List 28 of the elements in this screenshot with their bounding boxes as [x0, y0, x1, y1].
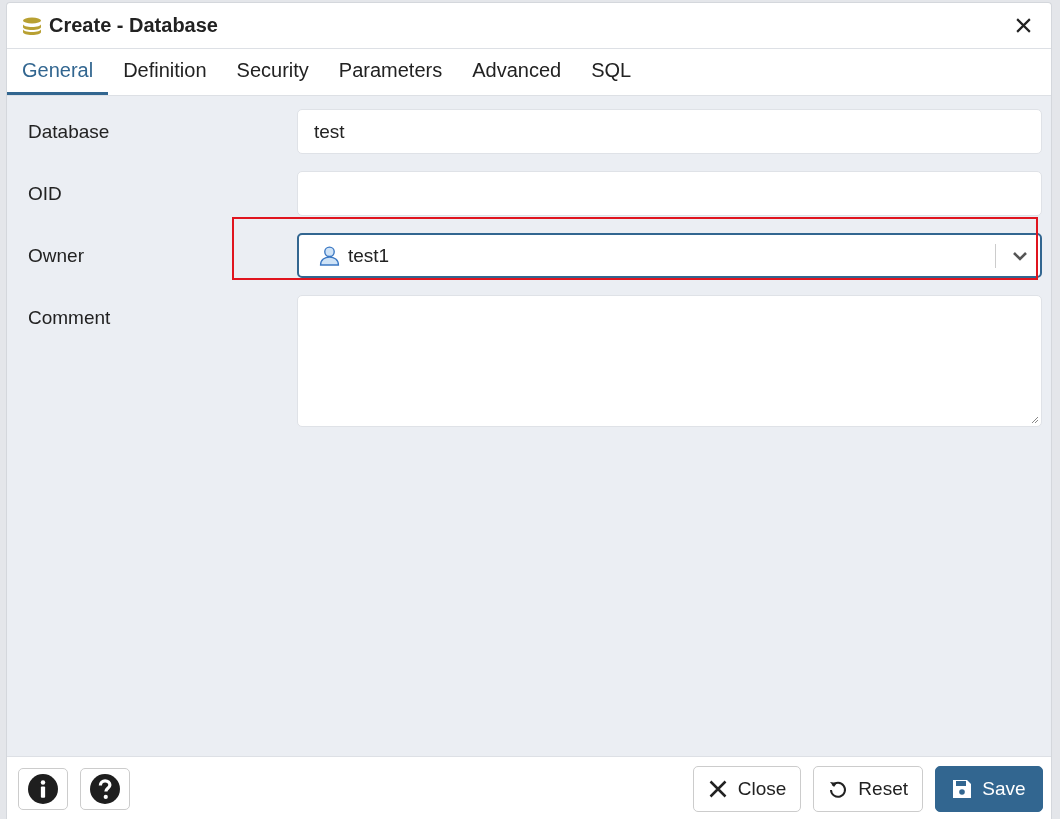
close-button[interactable]: Close: [692, 765, 802, 812]
reset-button[interactable]: Reset: [813, 765, 923, 812]
field-label: Owner: [27, 244, 85, 268]
tab[interactable]: Definition: [108, 49, 222, 95]
tab[interactable]: Parameters: [323, 49, 458, 95]
info-button[interactable]: [18, 767, 68, 810]
input-field[interactable]: test: [297, 109, 1042, 154]
field-label: Database: [27, 120, 111, 144]
tab[interactable]: SQL: [576, 49, 647, 95]
save-icon: [952, 778, 973, 799]
comment-field[interactable]: [297, 295, 1042, 427]
save-button[interactable]: Save: [935, 765, 1043, 812]
chevron-down-icon[interactable]: [1012, 250, 1028, 261]
dialog-title: Create - Database: [49, 14, 219, 37]
database-icon: [22, 16, 42, 35]
close-icon: [707, 778, 728, 799]
question-mark-icon: [90, 773, 120, 804]
field-label: OID: [27, 182, 63, 206]
resize-handle-icon[interactable]: [1029, 414, 1039, 424]
input-field[interactable]: [297, 171, 1042, 216]
tab[interactable]: Security: [221, 49, 324, 95]
tab[interactable]: Advanced: [457, 49, 577, 95]
owner-select[interactable]: test1: [297, 233, 1042, 278]
user-icon: [319, 245, 340, 266]
info-icon: [28, 773, 58, 804]
field-label: Comment: [27, 306, 112, 330]
close-icon: [1015, 17, 1032, 34]
help-button[interactable]: [80, 767, 130, 810]
